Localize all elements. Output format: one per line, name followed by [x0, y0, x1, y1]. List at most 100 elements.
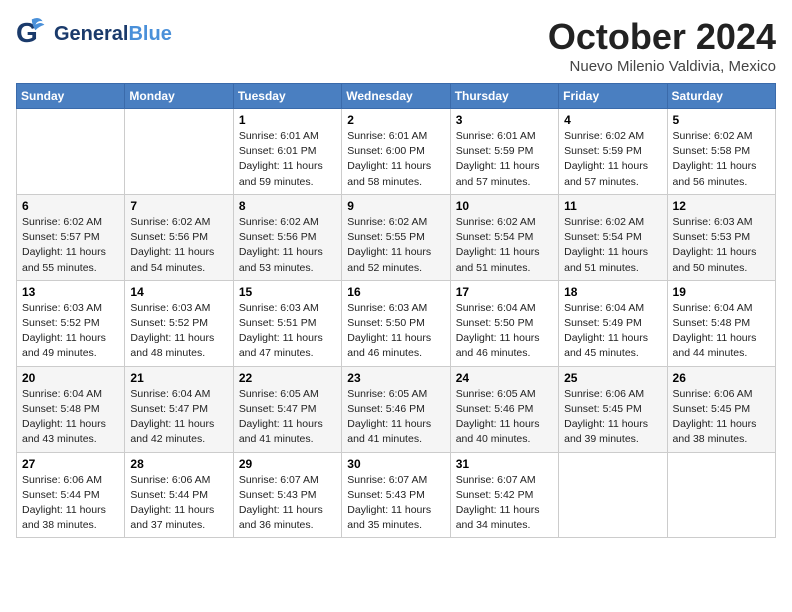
day-info: Sunrise: 6:04 AM Sunset: 5:48 PM Dayligh…: [673, 302, 757, 360]
calendar-day-27: 27Sunrise: 6:06 AM Sunset: 5:44 PM Dayli…: [17, 452, 125, 538]
calendar-day-16: 16 Sunrise: 6:03 AM Sunset: 5:50 PM Dayli…: [342, 280, 450, 366]
day-number: 5: [673, 113, 770, 127]
day-number: 11: [564, 199, 661, 213]
calendar-day-6: 6 Sunrise: 6:02 AM Sunset: 5:57 PM Daylig…: [17, 194, 125, 280]
day-info: Sunrise: 6:03 AM Sunset: 5:52 PM Dayligh…: [22, 302, 106, 360]
calendar-day-7: 7Sunrise: 6:02 AM Sunset: 5:56 PM Daylig…: [125, 194, 233, 280]
calendar-day-15: 15Sunrise: 6:03 AM Sunset: 5:51 PM Dayli…: [233, 280, 341, 366]
logo-general-text: General: [54, 23, 128, 46]
day-number: 9: [347, 199, 444, 213]
day-info: Sunrise: 6:01 AM Sunset: 6:00 PM Dayligh…: [347, 130, 431, 188]
day-number: 19: [673, 285, 770, 299]
calendar-day-4: 4Sunrise: 6:02 AM Sunset: 5:59 PM Daylig…: [559, 109, 667, 195]
day-info: Sunrise: 6:01 AM Sunset: 5:59 PM Dayligh…: [456, 130, 540, 188]
calendar-day-3: 3 Sunrise: 6:01 AM Sunset: 5:59 PM Daylig…: [450, 109, 558, 195]
calendar-day-1: 1Sunrise: 6:01 AM Sunset: 6:01 PM Daylig…: [233, 109, 341, 195]
calendar-empty-cell: [125, 109, 233, 195]
calendar-day-25: 25 Sunrise: 6:06 AM Sunset: 5:45 PM Dayli…: [559, 366, 667, 452]
day-number: 4: [564, 113, 661, 127]
day-info: Sunrise: 6:04 AM Sunset: 5:47 PM Dayligh…: [130, 388, 214, 446]
day-number: 14: [130, 285, 227, 299]
day-number: 20: [22, 371, 119, 385]
calendar-day-13: 13Sunrise: 6:03 AM Sunset: 5:52 PM Dayli…: [17, 280, 125, 366]
calendar-day-29: 29Sunrise: 6:07 AM Sunset: 5:43 PM Dayli…: [233, 452, 341, 538]
calendar-day-17: 17Sunrise: 6:04 AM Sunset: 5:50 PM Dayli…: [450, 280, 558, 366]
day-info: Sunrise: 6:01 AM Sunset: 6:01 PM Dayligh…: [239, 130, 323, 188]
calendar-empty-cell: [17, 109, 125, 195]
calendar-day-31: 31Sunrise: 6:07 AM Sunset: 5:42 PM Dayli…: [450, 452, 558, 538]
day-number: 23: [347, 371, 444, 385]
calendar-day-14: 14 Sunrise: 6:03 AM Sunset: 5:52 PM Dayli…: [125, 280, 233, 366]
day-number: 24: [456, 371, 553, 385]
day-number: 17: [456, 285, 553, 299]
calendar-day-28: 28 Sunrise: 6:06 AM Sunset: 5:44 PM Dayli…: [125, 452, 233, 538]
calendar-day-23: 23 Sunrise: 6:05 AM Sunset: 5:46 PM Dayli…: [342, 366, 450, 452]
calendar-week-row: 20 Sunrise: 6:04 AM Sunset: 5:48 PM Dayli…: [17, 366, 776, 452]
day-info: Sunrise: 6:02 AM Sunset: 5:54 PM Dayligh…: [456, 216, 540, 274]
weekday-header-row: SundayMondayTuesdayWednesdayThursdayFrid…: [17, 84, 776, 109]
calendar-day-8: 8 Sunrise: 6:02 AM Sunset: 5:56 PM Daylig…: [233, 194, 341, 280]
day-info: Sunrise: 6:03 AM Sunset: 5:52 PM Dayligh…: [130, 302, 214, 360]
weekday-header-sunday: Sunday: [17, 84, 125, 109]
calendar-week-row: 1Sunrise: 6:01 AM Sunset: 6:01 PM Daylig…: [17, 109, 776, 195]
day-info: Sunrise: 6:03 AM Sunset: 5:50 PM Dayligh…: [347, 302, 431, 360]
calendar-day-10: 10 Sunrise: 6:02 AM Sunset: 5:54 PM Dayli…: [450, 194, 558, 280]
calendar-day-18: 18 Sunrise: 6:04 AM Sunset: 5:49 PM Dayli…: [559, 280, 667, 366]
calendar-week-row: 6 Sunrise: 6:02 AM Sunset: 5:57 PM Daylig…: [17, 194, 776, 280]
day-info: Sunrise: 6:02 AM Sunset: 5:55 PM Dayligh…: [347, 216, 431, 274]
day-number: 3: [456, 113, 553, 127]
weekday-header-thursday: Thursday: [450, 84, 558, 109]
title-block: October 2024 Nuevo Milenio Valdivia, Mex…: [548, 16, 776, 75]
logo: G General Blue: [16, 16, 172, 52]
calendar-day-11: 11Sunrise: 6:02 AM Sunset: 5:54 PM Dayli…: [559, 194, 667, 280]
day-info: Sunrise: 6:07 AM Sunset: 5:43 PM Dayligh…: [347, 474, 431, 532]
day-info: Sunrise: 6:06 AM Sunset: 5:45 PM Dayligh…: [564, 388, 648, 446]
day-info: Sunrise: 6:06 AM Sunset: 5:45 PM Dayligh…: [673, 388, 757, 446]
day-number: 15: [239, 285, 336, 299]
day-info: Sunrise: 6:06 AM Sunset: 5:44 PM Dayligh…: [130, 474, 214, 532]
weekday-header-tuesday: Tuesday: [233, 84, 341, 109]
day-info: Sunrise: 6:04 AM Sunset: 5:48 PM Dayligh…: [22, 388, 106, 446]
calendar-day-5: 5Sunrise: 6:02 AM Sunset: 5:58 PM Daylig…: [667, 109, 775, 195]
day-info: Sunrise: 6:02 AM Sunset: 5:57 PM Dayligh…: [22, 216, 106, 274]
page-header: G General Blue October 2024 Nuevo Mileni…: [16, 16, 776, 75]
location-text: Nuevo Milenio Valdivia, Mexico: [548, 58, 776, 75]
weekday-header-monday: Monday: [125, 84, 233, 109]
day-number: 25: [564, 371, 661, 385]
month-title: October 2024: [548, 16, 776, 58]
logo-blue-text: Blue: [128, 23, 171, 46]
day-info: Sunrise: 6:07 AM Sunset: 5:43 PM Dayligh…: [239, 474, 323, 532]
day-info: Sunrise: 6:02 AM Sunset: 5:56 PM Dayligh…: [239, 216, 323, 274]
day-number: 31: [456, 457, 553, 471]
logo-bird-icon: G: [16, 16, 52, 52]
calendar-table: SundayMondayTuesdayWednesdayThursdayFrid…: [16, 83, 776, 538]
calendar-week-row: 27Sunrise: 6:06 AM Sunset: 5:44 PM Dayli…: [17, 452, 776, 538]
day-info: Sunrise: 6:05 AM Sunset: 5:46 PM Dayligh…: [456, 388, 540, 446]
day-number: 12: [673, 199, 770, 213]
calendar-day-30: 30 Sunrise: 6:07 AM Sunset: 5:43 PM Dayli…: [342, 452, 450, 538]
day-number: 8: [239, 199, 336, 213]
day-info: Sunrise: 6:05 AM Sunset: 5:46 PM Dayligh…: [347, 388, 431, 446]
calendar-empty-cell: [559, 452, 667, 538]
day-number: 2: [347, 113, 444, 127]
day-number: 6: [22, 199, 119, 213]
day-info: Sunrise: 6:04 AM Sunset: 5:49 PM Dayligh…: [564, 302, 648, 360]
calendar-day-21: 21Sunrise: 6:04 AM Sunset: 5:47 PM Dayli…: [125, 366, 233, 452]
weekday-header-friday: Friday: [559, 84, 667, 109]
day-number: 10: [456, 199, 553, 213]
calendar-day-24: 24 Sunrise: 6:05 AM Sunset: 5:46 PM Dayli…: [450, 366, 558, 452]
day-info: Sunrise: 6:02 AM Sunset: 5:56 PM Dayligh…: [130, 216, 214, 274]
calendar-day-20: 20 Sunrise: 6:04 AM Sunset: 5:48 PM Dayli…: [17, 366, 125, 452]
calendar-day-19: 19 Sunrise: 6:04 AM Sunset: 5:48 PM Dayli…: [667, 280, 775, 366]
calendar-day-22: 22Sunrise: 6:05 AM Sunset: 5:47 PM Dayli…: [233, 366, 341, 452]
day-number: 26: [673, 371, 770, 385]
calendar-empty-cell: [667, 452, 775, 538]
day-number: 28: [130, 457, 227, 471]
day-number: 16: [347, 285, 444, 299]
day-info: Sunrise: 6:06 AM Sunset: 5:44 PM Dayligh…: [22, 474, 106, 532]
day-number: 30: [347, 457, 444, 471]
day-number: 18: [564, 285, 661, 299]
calendar-day-12: 12Sunrise: 6:03 AM Sunset: 5:53 PM Dayli…: [667, 194, 775, 280]
calendar-day-26: 26 Sunrise: 6:06 AM Sunset: 5:45 PM Dayli…: [667, 366, 775, 452]
calendar-week-row: 13Sunrise: 6:03 AM Sunset: 5:52 PM Dayli…: [17, 280, 776, 366]
